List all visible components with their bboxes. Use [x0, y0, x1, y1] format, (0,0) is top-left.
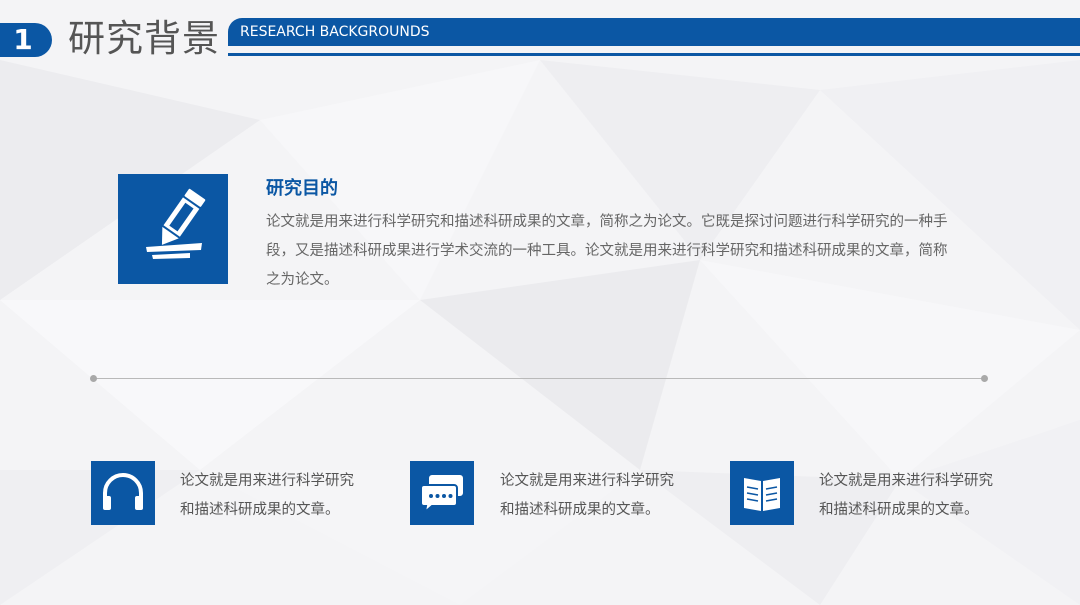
item-text-3: 论文就是用来进行科学研究 和描述科研成果的文章。: [819, 467, 1029, 525]
item-text-2: 论文就是用来进行科学研究 和描述科研成果的文章。: [500, 467, 710, 525]
feature-icon-box: [118, 174, 228, 284]
divider-dot-left: [90, 375, 97, 382]
divider-dot-right: [981, 375, 988, 382]
chat-bubbles-icon: [420, 475, 463, 515]
feature-title: 研究目的: [266, 178, 338, 199]
section-title: 研究背景: [68, 17, 220, 60]
item-icon-box-3: [730, 461, 794, 525]
section-number-tab: 1: [0, 23, 52, 57]
divider: [90, 374, 988, 384]
divider-line: [94, 378, 984, 379]
item-icon-box-1: [91, 461, 155, 525]
item-text-line: 论文就是用来进行科学研究: [500, 473, 674, 489]
headphones-icon: [103, 473, 143, 510]
item-text-line: 和描述科研成果的文章。: [819, 502, 979, 518]
item-text-1: 论文就是用来进行科学研究 和描述科研成果的文章。: [180, 467, 390, 525]
feature-body: 论文就是用来进行科学研究和描述科研成果的文章，简称之为论文。它既是探讨问题进行科…: [266, 214, 948, 288]
item-text-line: 和描述科研成果的文章。: [180, 502, 340, 518]
item-text-line: 和描述科研成果的文章。: [500, 502, 660, 518]
item-text-line: 论文就是用来进行科学研究: [180, 473, 354, 489]
pencil-writing-icon: [146, 188, 206, 259]
header-rule: [228, 53, 1080, 56]
header-band-label: RESEARCH BACKGROUNDS: [240, 24, 430, 40]
section-number: 1: [13, 23, 33, 56]
item-icon-box-2: [410, 461, 474, 525]
header-band: RESEARCH BACKGROUNDS: [228, 18, 1080, 46]
open-book-icon: [744, 478, 780, 511]
item-text-line: 论文就是用来进行科学研究: [819, 473, 993, 489]
